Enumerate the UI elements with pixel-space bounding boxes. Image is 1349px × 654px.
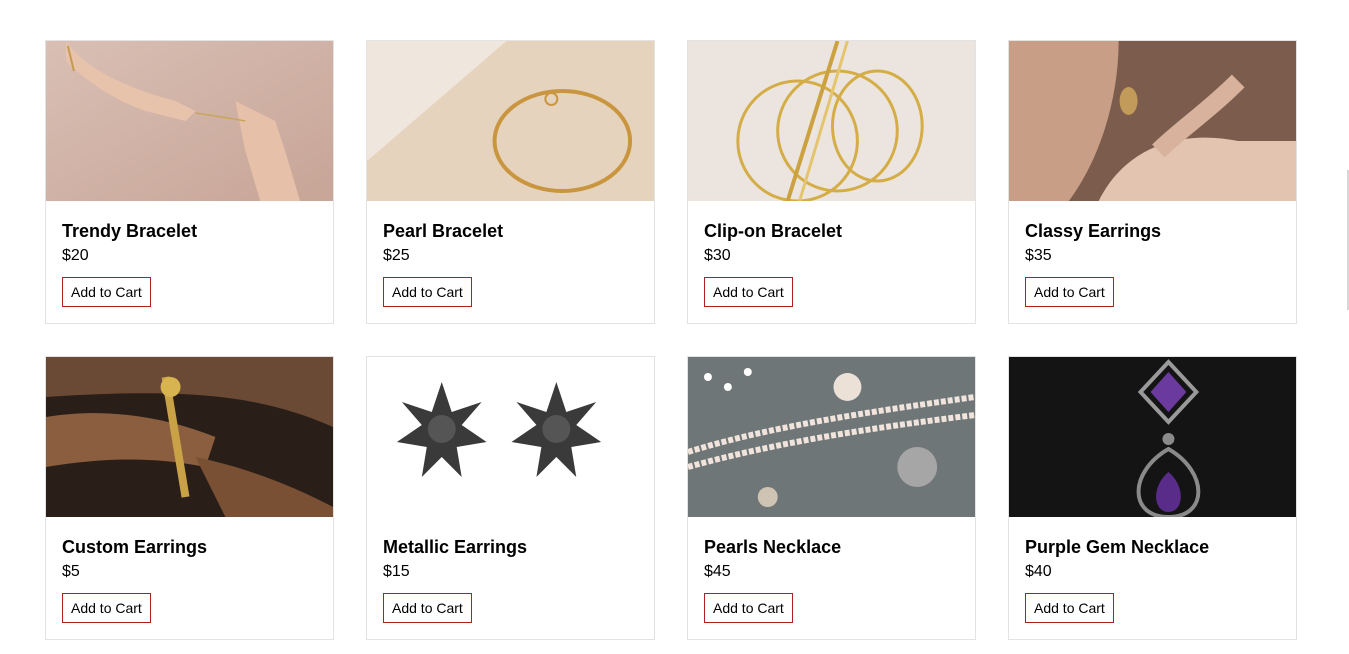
product-image[interactable]: [46, 41, 333, 201]
add-to-cart-button[interactable]: Add to Cart: [1025, 277, 1114, 307]
product-image[interactable]: [46, 357, 333, 517]
add-to-cart-button[interactable]: Add to Cart: [704, 593, 793, 623]
product-price: $35: [1025, 247, 1052, 264]
product-price: $40: [1025, 563, 1052, 580]
product-card: Trendy Bracelet $20 Add to Cart: [45, 40, 334, 324]
add-to-cart-button[interactable]: Add to Cart: [62, 593, 151, 623]
product-image[interactable]: [367, 357, 654, 517]
product-title: Purple Gem Necklace: [1025, 537, 1210, 557]
add-to-cart-button[interactable]: Add to Cart: [704, 277, 793, 307]
add-to-cart-button[interactable]: Add to Cart: [1025, 593, 1114, 623]
product-price: $5: [62, 563, 80, 580]
product-title: Classy Earrings: [1025, 221, 1162, 241]
product-title: Metallic Earrings: [383, 537, 528, 557]
product-image[interactable]: [688, 357, 975, 517]
add-to-cart-button[interactable]: Add to Cart: [383, 277, 472, 307]
product-title: Pearl Bracelet: [383, 221, 504, 241]
add-to-cart-button[interactable]: Add to Cart: [62, 277, 151, 307]
product-card: Pearls Necklace $45 Add to Cart: [687, 356, 976, 640]
product-price: $15: [383, 563, 410, 580]
product-card: Purple Gem Necklace $40 Add to Cart: [1008, 356, 1297, 640]
product-price: $20: [62, 247, 89, 264]
product-price: $30: [704, 247, 731, 264]
product-title: Trendy Bracelet: [62, 221, 198, 241]
product-image[interactable]: [1009, 41, 1296, 201]
product-card: Pearl Bracelet $25 Add to Cart: [366, 40, 655, 324]
product-price: $45: [704, 563, 731, 580]
product-card: Classy Earrings $35 Add to Cart: [1008, 40, 1297, 324]
product-image[interactable]: [688, 41, 975, 201]
product-title: Pearls Necklace: [704, 537, 842, 557]
product-card: Clip-on Bracelet $30 Add to Cart: [687, 40, 976, 324]
product-card: Metallic Earrings $15 Add to Cart: [366, 356, 655, 640]
product-card: Custom Earrings $5 Add to Cart: [45, 356, 334, 640]
product-image[interactable]: [367, 41, 654, 201]
product-title: Clip-on Bracelet: [704, 221, 843, 241]
product-price: $25: [383, 247, 410, 264]
product-grid: Trendy Bracelet $20 Add to Cart Pearl Br…: [45, 40, 1297, 640]
product-title: Custom Earrings: [62, 537, 208, 557]
add-to-cart-button[interactable]: Add to Cart: [383, 593, 472, 623]
product-image[interactable]: [1009, 357, 1296, 517]
